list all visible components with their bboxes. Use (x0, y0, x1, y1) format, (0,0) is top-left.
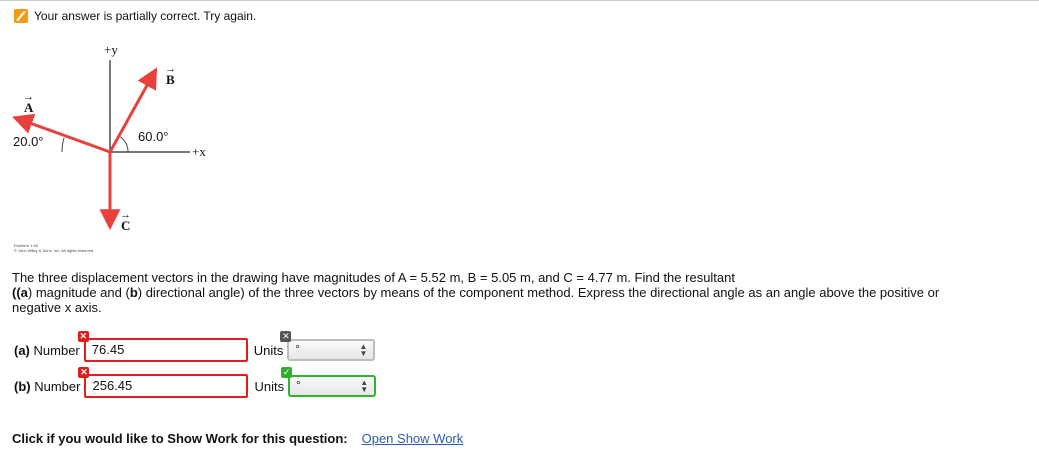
top-border (0, 0, 1039, 1)
q-text-end: ) directional angle) of the three vector… (137, 285, 940, 300)
credit-line-2: © John Wiley & Sons, Inc. All rights res… (14, 248, 95, 253)
part-b-units-value: ° (296, 380, 301, 392)
angle-a-label: 20.0° (13, 134, 44, 149)
status-text: Your answer is partially correct. Try ag… (34, 9, 257, 23)
part-a-units-label: Units (253, 342, 284, 358)
axis-x-label: +x (192, 144, 206, 159)
part-b-units-label: Units (254, 378, 285, 394)
angle-b-label: 60.0° (138, 129, 169, 144)
vector-a-arrow-glyph: → (23, 91, 34, 103)
open-show-work-link[interactable]: Open Show Work (362, 431, 464, 446)
vector-c-label: → C (120, 209, 131, 234)
q-part-b-letter: b (129, 285, 138, 300)
question-line-2: ((a) magnitude and (b) directional angle… (12, 285, 1002, 300)
part-a-number-label: Number (33, 342, 80, 358)
vector-diagram: +y +x → A → B → C 20.0° 60.0° (0, 38, 230, 263)
vector-c-arrow-glyph: → (120, 209, 131, 221)
part-b-prefix: (b) (14, 378, 31, 394)
angle-arc-b (118, 135, 129, 153)
question-line-3: negative x axis. (12, 300, 102, 315)
part-b-label: (b) Number (14, 379, 80, 394)
vector-b-label: → B (165, 63, 176, 88)
select-arrows-icon: ▲ ▼ (359, 342, 368, 358)
select-arrows-icon: ▲ ▼ (360, 378, 369, 394)
part-a-units-select[interactable]: ° ▲ ▼ ✕ (280, 331, 376, 361)
part-b-row: (b) Number 256.45 ✕ Units ° ▲ ▼ ✓ (14, 367, 377, 398)
incorrect-mark-icon: ✕ (77, 331, 89, 342)
part-a-number-input[interactable]: 76.45 ✕ (77, 331, 248, 362)
angle-arc-a (61, 137, 65, 153)
axis-y-label: +y (104, 42, 118, 57)
question-text: The three displacement vectors in the dr… (12, 270, 1002, 315)
question-line-1: The three displacement vectors in the dr… (12, 270, 735, 285)
part-a-units-value: ° (295, 344, 300, 356)
unanswered-mark-icon: ✕ (280, 331, 292, 342)
pencil-icon (14, 9, 28, 23)
part-b-number-value: 256.45 (92, 378, 133, 393)
show-work-section: Click if you would like to Show Work for… (12, 431, 463, 446)
part-a-label: (a) Number (14, 343, 80, 358)
part-a-row: (a) Number 76.45 ✕ Units ° ▲ ▼ ✕ (14, 331, 376, 362)
part-b-number-label: Number (34, 378, 81, 394)
q-text-mid: ) magnitude and ( (27, 285, 130, 300)
vector-b-arrow-glyph: → (165, 63, 176, 75)
incorrect-mark-icon: ✕ (78, 367, 90, 378)
part-a-number-value: 76.45 (91, 342, 125, 357)
figure-credit: Problem 1.46 © John Wiley & Sons, Inc. A… (14, 243, 134, 253)
correct-check-icon: ✓ (281, 367, 293, 378)
status-message: Your answer is partially correct. Try ag… (14, 8, 256, 24)
show-work-label: Click if you would like to Show Work for… (12, 431, 348, 446)
q-open-paren: (( (12, 285, 21, 300)
q-part-a-letter: a (20, 285, 28, 300)
part-a-prefix: (a) (14, 342, 30, 358)
vector-a-label: → A (23, 91, 34, 116)
part-b-number-input[interactable]: 256.45 ✕ (78, 367, 249, 398)
part-b-units-select[interactable]: ° ▲ ▼ ✓ (281, 367, 377, 397)
